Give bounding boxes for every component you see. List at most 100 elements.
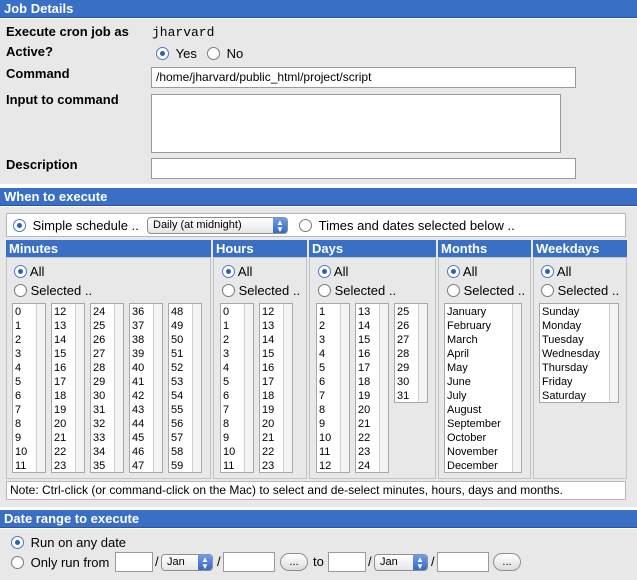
months-selected-option[interactable]: Selected .. bbox=[447, 283, 525, 298]
active-no-radio[interactable] bbox=[207, 47, 220, 60]
weekdays-list[interactable]: Sunday Monday Tuesday Wednesday Thursday Frid… bbox=[539, 303, 619, 403]
to-month-select[interactable]: Jan ▲ ▼ bbox=[374, 554, 428, 571]
scrollbar[interactable] bbox=[114, 304, 123, 472]
months-all-option[interactable]: All bbox=[447, 264, 477, 279]
run-any-date-option[interactable]: Run on any date bbox=[11, 535, 126, 550]
execute-as-value: jharvard bbox=[152, 25, 215, 40]
to-year-input[interactable] bbox=[437, 552, 489, 572]
minutes-list-1[interactable]: 0 1 2 3 4 5 6 7 8 9 10 11 bbox=[12, 303, 46, 473]
minutes-selected-radio[interactable] bbox=[14, 284, 27, 297]
times-dates-option[interactable]: Times and dates selected below .. bbox=[299, 218, 515, 233]
minutes-all-label: All bbox=[29, 264, 45, 279]
from-month-select[interactable]: Jan ▲ ▼ bbox=[161, 554, 213, 571]
scrollbar[interactable] bbox=[244, 304, 253, 472]
from-day-input[interactable] bbox=[115, 552, 153, 572]
scrollbar[interactable] bbox=[36, 304, 45, 472]
hours-selected-radio[interactable] bbox=[222, 284, 235, 297]
list-option[interactable]: August bbox=[447, 403, 521, 417]
scrollbar[interactable] bbox=[283, 304, 292, 472]
months-header: Months bbox=[438, 240, 531, 257]
scrollbar[interactable] bbox=[418, 304, 427, 402]
input-to-command-textarea[interactable] bbox=[151, 94, 561, 153]
months-selected-radio[interactable] bbox=[447, 284, 460, 297]
list-option[interactable]: September bbox=[447, 417, 521, 431]
scrollbar[interactable] bbox=[609, 304, 618, 402]
hours-selected-option[interactable]: Selected .. bbox=[222, 283, 300, 298]
to-date-picker-button[interactable]: ... bbox=[493, 553, 521, 571]
list-option[interactable]: April bbox=[447, 347, 521, 361]
days-all-option[interactable]: All bbox=[318, 264, 348, 279]
list-option[interactable]: May bbox=[447, 361, 521, 375]
list-option[interactable]: Monday bbox=[542, 319, 618, 333]
days-selected-radio[interactable] bbox=[318, 284, 331, 297]
list-option[interactable]: January bbox=[447, 305, 521, 319]
minutes-selected-option[interactable]: Selected .. bbox=[14, 283, 92, 298]
minutes-list-5[interactable]: 48 49 50 51 52 53 54 55 56 57 58 59 bbox=[168, 303, 202, 473]
to-label: to bbox=[313, 554, 324, 569]
list-option[interactable]: November bbox=[447, 445, 521, 459]
weekdays-selected-radio[interactable] bbox=[541, 284, 554, 297]
minutes-all-radio[interactable] bbox=[14, 265, 27, 278]
list-option[interactable]: Thursday bbox=[542, 361, 618, 375]
list-option[interactable]: June bbox=[447, 375, 521, 389]
command-input[interactable]: /home/jharvard/public_html/project/scrip… bbox=[151, 67, 576, 88]
list-option[interactable]: December bbox=[447, 459, 521, 472]
run-any-date-radio[interactable] bbox=[11, 536, 24, 549]
simple-schedule-select[interactable]: Daily (at midnight) ▲ ▼ bbox=[147, 217, 288, 234]
days-selected-label: Selected .. bbox=[334, 283, 397, 298]
scrollbar[interactable] bbox=[192, 304, 201, 472]
list-option[interactable]: July bbox=[447, 389, 521, 403]
updown-arrow-icon: ▲ ▼ bbox=[198, 555, 212, 571]
list-option[interactable]: Friday bbox=[542, 375, 618, 389]
list-option[interactable]: February bbox=[447, 319, 521, 333]
hours-all-option[interactable]: All bbox=[222, 264, 252, 279]
days-all-radio[interactable] bbox=[318, 265, 331, 278]
days-list-3[interactable]: 25 26 27 28 29 30 31 bbox=[394, 303, 428, 403]
minutes-list-3[interactable]: 24 25 26 27 28 29 30 31 32 33 34 35 bbox=[90, 303, 124, 473]
hours-all-radio[interactable] bbox=[222, 265, 235, 278]
scrollbar[interactable] bbox=[340, 304, 349, 472]
from-date-picker-button[interactable]: ... bbox=[280, 553, 308, 571]
days-list-1[interactable]: 1 2 3 4 5 6 7 8 9 10 11 12 bbox=[316, 303, 350, 473]
simple-schedule-radio[interactable] bbox=[13, 219, 26, 232]
scrollbar[interactable] bbox=[512, 304, 521, 472]
only-run-from-option[interactable]: Only run from bbox=[11, 555, 109, 570]
times-dates-label: Times and dates selected below .. bbox=[318, 218, 515, 233]
active-yes-radio[interactable] bbox=[156, 47, 169, 60]
list-option[interactable]: October bbox=[447, 431, 521, 445]
only-run-from-radio[interactable] bbox=[11, 556, 24, 569]
weekdays-all-option[interactable]: All bbox=[541, 264, 571, 279]
weekdays-selected-option[interactable]: Selected .. bbox=[541, 283, 619, 298]
weekdays-all-radio[interactable] bbox=[541, 265, 554, 278]
times-dates-radio[interactable] bbox=[299, 219, 312, 232]
list-option[interactable]: Saturday bbox=[542, 389, 618, 402]
list-option[interactable]: March bbox=[447, 333, 521, 347]
weekdays-all-label: All bbox=[556, 264, 572, 279]
simple-schedule-option[interactable]: Simple schedule .. bbox=[13, 218, 139, 233]
days-list-2[interactable]: 13 14 15 16 17 18 19 20 21 22 23 24 bbox=[355, 303, 389, 473]
months-all-radio[interactable] bbox=[447, 265, 460, 278]
minutes-all-option[interactable]: All bbox=[14, 264, 44, 279]
days-selected-option[interactable]: Selected .. bbox=[318, 283, 396, 298]
hours-list-1[interactable]: 0 1 2 3 4 5 6 7 8 9 10 11 bbox=[220, 303, 254, 473]
list-option[interactable]: Sunday bbox=[542, 305, 618, 319]
hours-list-2[interactable]: 12 13 14 15 16 17 18 19 20 21 22 23 bbox=[259, 303, 293, 473]
minutes-list-2[interactable]: 12 13 14 15 16 17 18 19 20 21 22 23 bbox=[51, 303, 85, 473]
months-list[interactable]: January February March April May June July Augu… bbox=[444, 303, 522, 473]
scrollbar[interactable] bbox=[379, 304, 388, 472]
updown-arrow-icon: ▲ ▼ bbox=[273, 218, 287, 234]
minutes-list-4[interactable]: 36 37 38 39 40 41 42 43 44 45 46 47 bbox=[129, 303, 163, 473]
days-header: Days bbox=[309, 240, 436, 257]
from-year-input[interactable] bbox=[223, 552, 275, 572]
run-any-date-label: Run on any date bbox=[30, 535, 127, 550]
minutes-header: Minutes bbox=[6, 240, 211, 257]
active-no-option[interactable]: No bbox=[207, 46, 243, 61]
list-option[interactable]: Wednesday bbox=[542, 347, 618, 361]
scrollbar[interactable] bbox=[153, 304, 162, 472]
weekdays-selected-label: Selected .. bbox=[557, 283, 620, 298]
to-day-input[interactable] bbox=[328, 552, 366, 572]
scrollbar[interactable] bbox=[75, 304, 84, 472]
list-option[interactable]: Tuesday bbox=[542, 333, 618, 347]
description-input[interactable] bbox=[151, 158, 576, 179]
active-yes-option[interactable]: Yes bbox=[156, 46, 197, 61]
